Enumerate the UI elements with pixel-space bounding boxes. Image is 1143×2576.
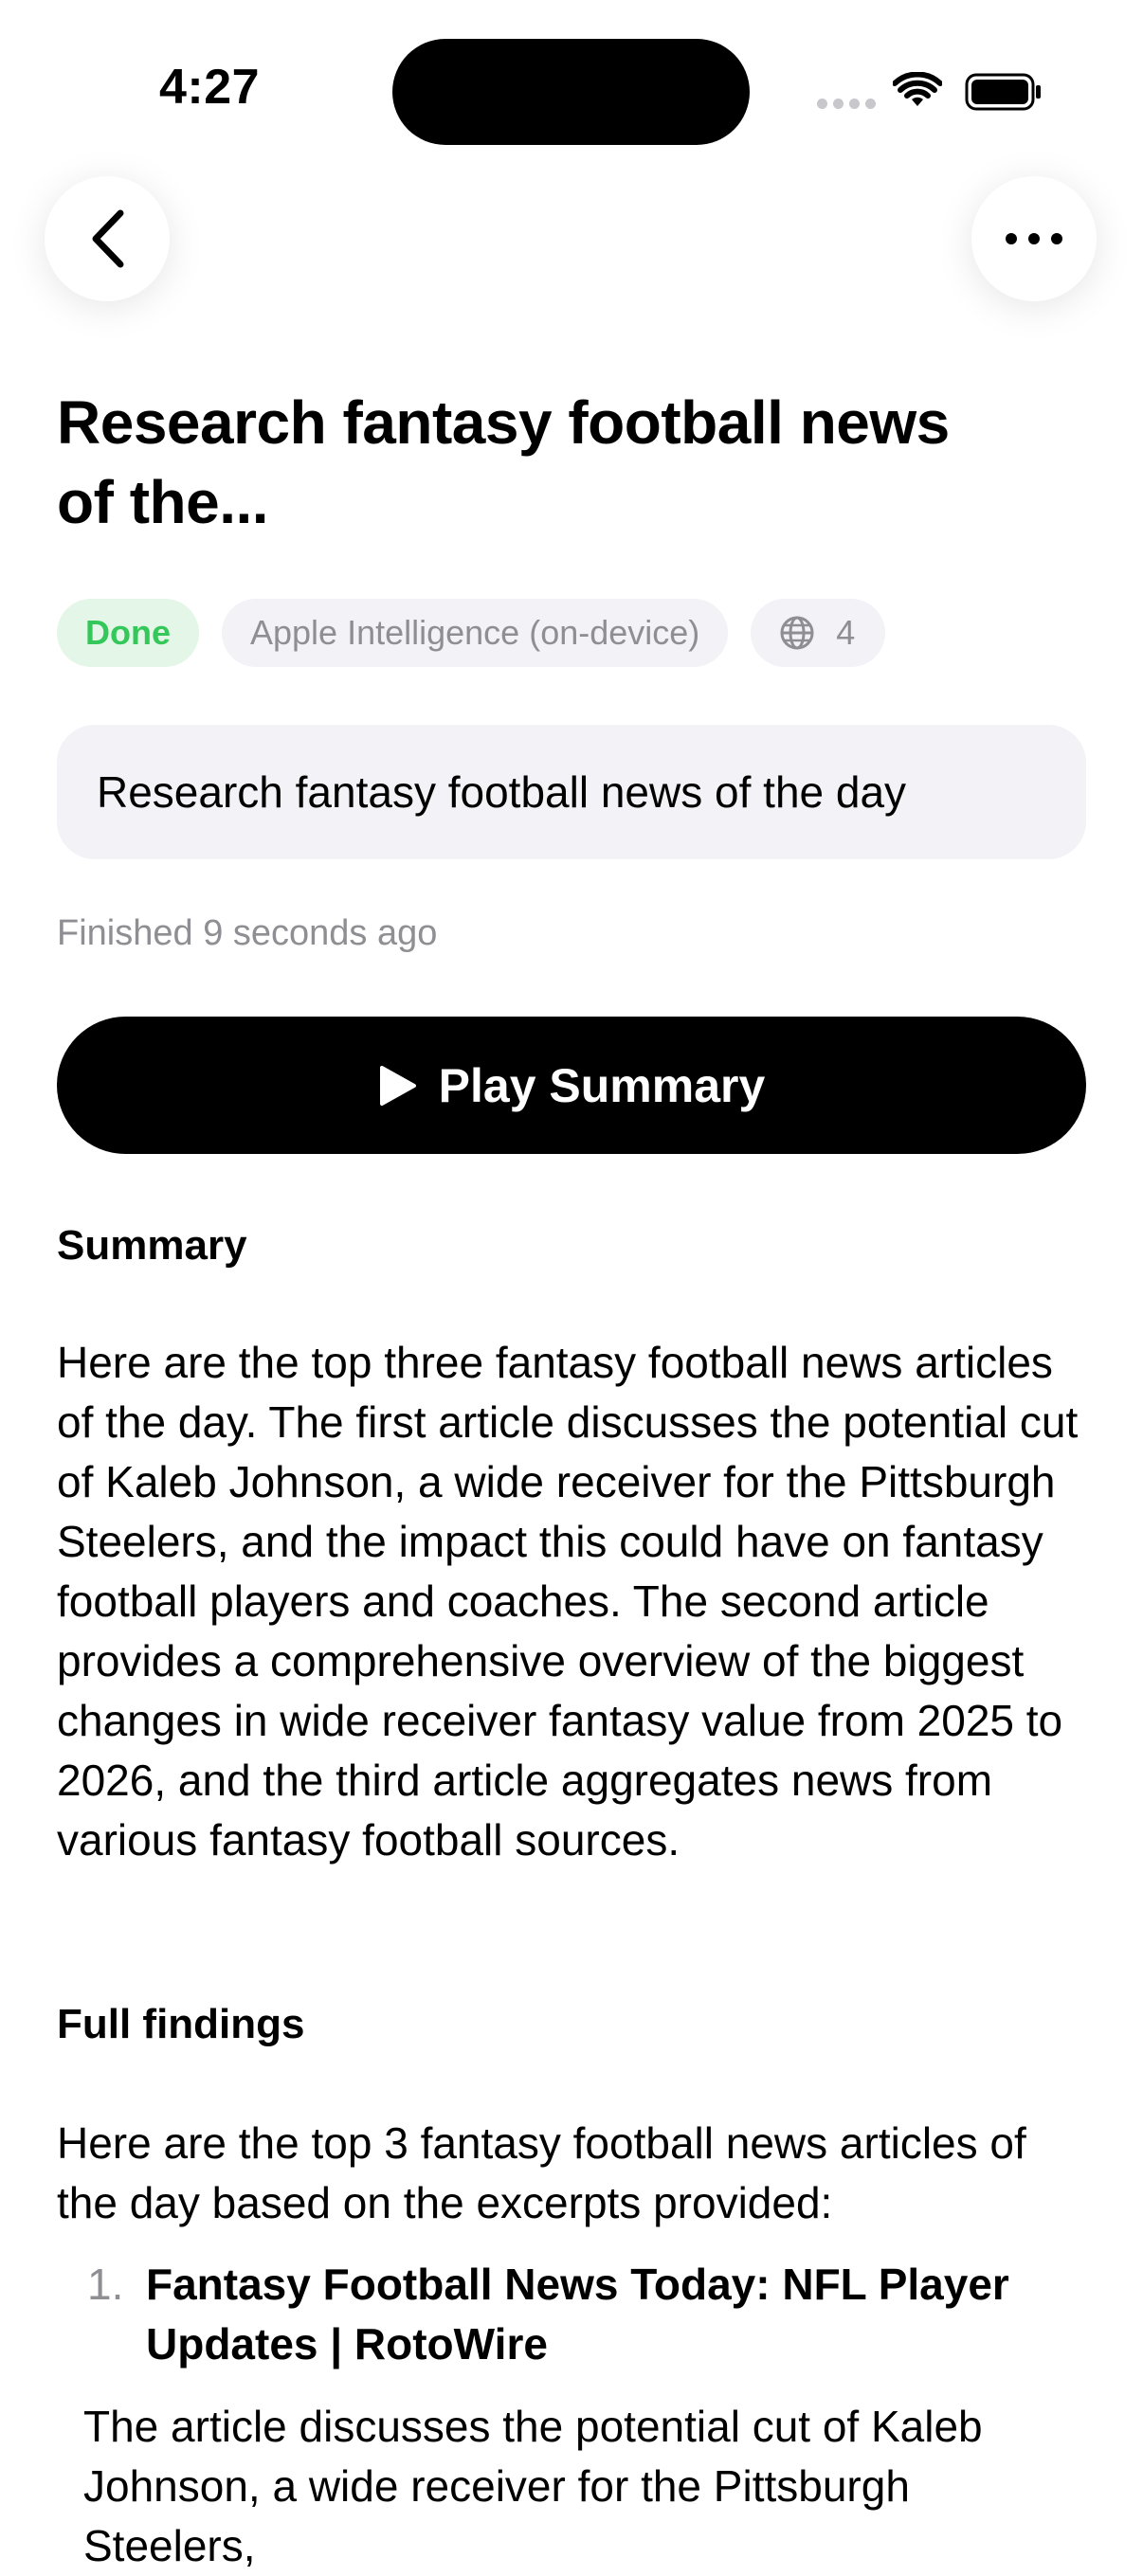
list-item-number: 1. [87, 2260, 124, 2309]
globe-icon [780, 616, 814, 650]
back-button[interactable] [45, 176, 170, 301]
model-chip: Apple Intelligence (on-device) [222, 599, 729, 667]
findings-intro: Here are the top 3 fantasy football news… [57, 2118, 1026, 2227]
play-summary-label: Play Summary [438, 1058, 766, 1112]
cellular-signal-icon [817, 99, 876, 109]
status-time: 4:27 [159, 60, 261, 115]
more-button[interactable] [971, 176, 1097, 301]
status-badge: Done [57, 599, 199, 667]
summary-heading: Summary [57, 1222, 247, 1269]
play-icon [379, 1065, 416, 1106]
task-chips: Done Apple Intelligence (on-device) 4 [57, 599, 886, 667]
chevron-left-icon [92, 209, 124, 268]
findings-heading: Full findings [57, 2001, 305, 2047]
sources-count: 4 [836, 613, 856, 652]
status-bar: 4:27 [0, 0, 1143, 180]
prompt-text: Research fantasy football news of the da… [97, 767, 907, 817]
list-item: 1. Fantasy Football News Today: NFL Play… [57, 2255, 1090, 2374]
play-summary-button[interactable]: Play Summary [57, 1017, 1086, 1154]
list-item-title: Fantasy Football News Today: NFL Player … [146, 2260, 1009, 2369]
summary-text: Here are the top three fantasy football … [57, 1338, 1079, 1864]
page-title: Research fantasy football news of the... [57, 388, 950, 536]
list-item-detail: The article discusses the potential cut … [83, 2402, 983, 2570]
sources-chip[interactable]: 4 [751, 599, 886, 667]
finished-timestamp: Finished 9 seconds ago [57, 913, 438, 953]
findings-list: 1. Fantasy Football News Today: NFL Play… [57, 2255, 1090, 2374]
wifi-icon [893, 72, 942, 106]
prompt-box: Research fantasy football news of the da… [57, 725, 1086, 859]
dynamic-island [392, 39, 750, 145]
battery-icon [965, 73, 1041, 111]
ellipsis-icon [1006, 233, 1062, 244]
